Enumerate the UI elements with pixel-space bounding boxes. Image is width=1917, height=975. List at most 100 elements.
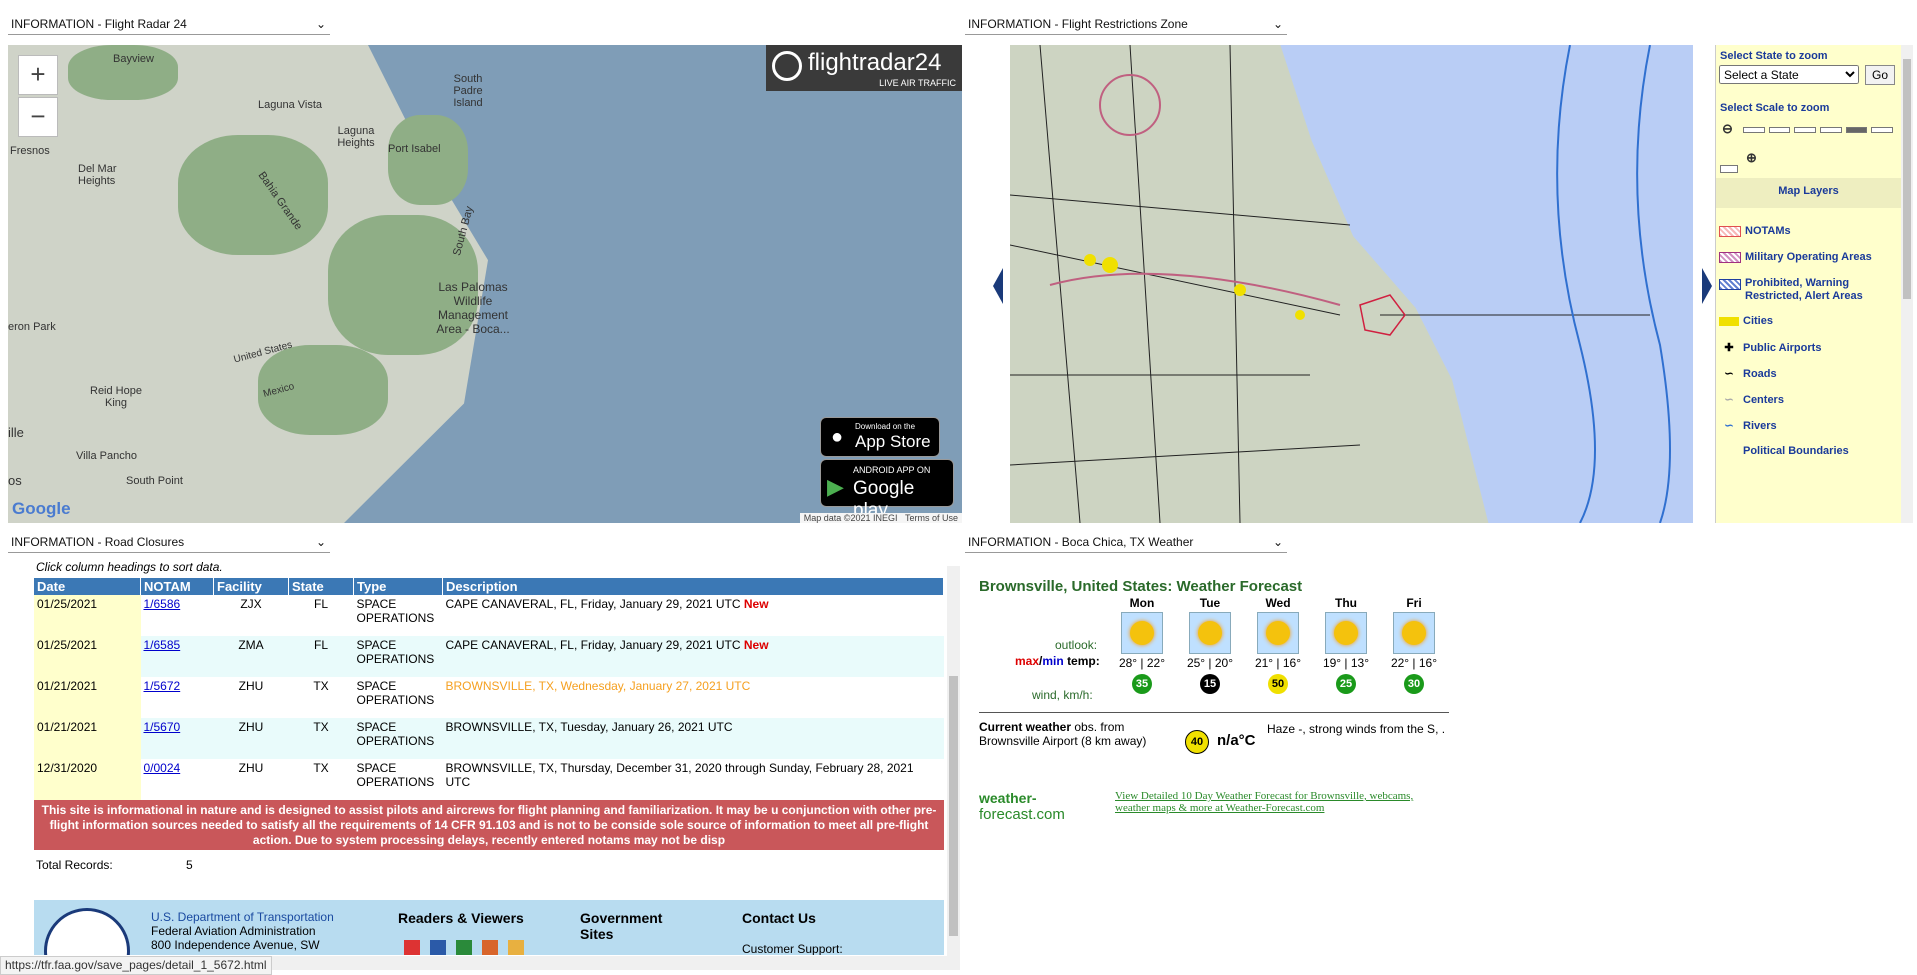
radar-icon [772,51,802,81]
wind-icon: 35 [1132,674,1152,694]
zoom-in-button[interactable]: + [18,55,58,95]
app-store-big: App Store [855,432,931,451]
scale-step[interactable] [1871,127,1894,133]
gov-heading: Government Sites [580,910,663,942]
weather-forecast-logo[interactable]: weather- forecast.com [979,790,1109,830]
wind-icon: 25 [1336,674,1356,694]
notam-table: Date NOTAM Facility State Type Descripti… [34,578,944,800]
zoom-out-button[interactable]: − [18,97,58,137]
document-icon[interactable] [508,940,524,955]
col-type[interactable]: Type [353,578,443,595]
wind-label: wind, km/h: [1032,688,1093,702]
weather-panel-select[interactable]: INFORMATION - Boca Chica, TX Weather ⌄ [965,532,1287,553]
disclaimer-banner: This site is informational in nature and… [34,800,944,850]
notam-link[interactable]: 1/5670 [144,720,181,734]
current-label: Current weather [979,720,1072,734]
logo-text: flightradar24 [808,49,942,76]
cell-notam-link[interactable]: 1/6585 [140,636,214,677]
cell-state: TX [288,718,354,759]
dot-line1[interactable]: U.S. Department of Transportation [151,910,334,924]
flightradar-map[interactable]: Bayview South Padre Island Laguna Vista … [8,45,962,523]
current-wind-icon: 40 [1185,730,1209,754]
notam-link[interactable]: 0/0024 [144,761,181,775]
fr24-panel-title: INFORMATION - Flight Radar 24 [11,17,187,31]
wind-icon: 30 [1404,674,1424,694]
layer-item-military[interactable]: Military Operating Areas [1719,251,1872,263]
cell-notam-link[interactable]: 1/5672 [141,677,214,718]
col-date[interactable]: Date [34,578,141,595]
scrollbar-thumb[interactable] [949,676,958,936]
layer-item-roads[interactable]: ∽ Roads [1719,367,1776,381]
road-vertical-scrollbar[interactable] [947,566,960,956]
temp-label: max/min temp: [1015,654,1100,668]
pan-left-arrow-icon[interactable] [993,268,1003,304]
fr24-panel-select[interactable]: INFORMATION - Flight Radar 24 ⌄ [8,14,330,35]
scale-step[interactable] [1720,165,1738,173]
frz-map[interactable] [1010,45,1693,523]
zoom-out-icon[interactable]: ⊖ [1722,121,1733,137]
scale-bar[interactable] [1743,127,1894,133]
go-button[interactable]: Go [1865,65,1895,85]
notam-link[interactable]: 1/6585 [144,638,181,652]
scrollbar-thumb[interactable] [1903,59,1911,299]
layer-item-airports[interactable]: ✚ Public Airports [1719,341,1821,355]
min-label: min [1042,654,1064,668]
frz-panel-select[interactable]: INFORMATION - Flight Restrictions Zone ⌄ [965,14,1287,35]
apple-icon: ● [831,426,844,448]
total-label: Total Records: [36,858,113,872]
map-data-text: Map data ©2021 INEGI [803,513,898,523]
cell-state: TX [313,761,329,775]
wind-icon: 15 [1200,674,1220,694]
select-state-dropdown[interactable]: Select a State [1719,65,1859,84]
map-label: Bayview [113,53,154,65]
layers-scrollbar[interactable] [1901,45,1913,523]
current-weather-block: Current weather obs. from Brownsville Ai… [979,720,1149,748]
notam-link[interactable]: 1/5672 [144,679,181,693]
map-label: South Padre Island [453,73,483,109]
road-panel-select[interactable]: INFORMATION - Road Closures ⌄ [8,532,330,553]
airport-icon: ✚ [1724,342,1734,354]
cell-notam-link[interactable]: 1/6586 [141,595,214,636]
excel-icon[interactable] [456,940,472,955]
day-name: Wed [1265,596,1291,610]
scale-step[interactable] [1768,127,1791,133]
table-row: 12/31/2020 0/0024 ZHU TX SPACE OPERATION… [34,759,944,800]
cell-notam-link[interactable]: 1/5670 [140,718,214,759]
layer-item-centers[interactable]: ∽ Centers [1719,393,1784,407]
col-notam[interactable]: NOTAM [140,578,214,595]
cities-swatch-icon [1719,316,1739,326]
play-icon: ▶ [827,474,844,499]
cell-notam-link[interactable]: 0/0024 [141,759,214,800]
layer-item-prohibited[interactable]: Prohibited, Warning Restricted, Alert Ar… [1719,277,1899,303]
terms-link[interactable]: Terms of Use [905,513,958,523]
scale-step[interactable] [1845,127,1868,133]
col-state[interactable]: State [288,578,354,595]
flightradar24-logo[interactable]: flightradar24 LIVE AIR TRAFFIC [766,45,962,91]
layer-item-rivers[interactable]: ∽ Rivers [1719,419,1776,433]
col-description[interactable]: Description [442,578,944,595]
app-store-button[interactable]: ● Download on the App Store [820,417,940,457]
cell-state: FL [288,636,354,677]
notam-link[interactable]: 1/6586 [144,597,181,611]
chevron-down-icon: ⌄ [315,535,326,549]
google-play-button[interactable]: ▶ ANDROID APP ON Google play [820,459,954,521]
word-icon[interactable] [430,940,446,955]
weather-forecast-link[interactable]: View Detailed 10 Day Weather Forecast fo… [1115,790,1445,814]
layer-item-cities[interactable]: Cities [1719,315,1773,327]
layer-item-political[interactable]: Political Boundaries [1719,445,1849,457]
zoom-in-icon[interactable]: ⊕ [1746,150,1757,166]
wind-icon: 50 [1268,674,1288,694]
layer-item-notams[interactable]: NOTAMs [1719,225,1791,237]
scale-step[interactable] [1794,127,1817,133]
col-facility[interactable]: Facility [213,578,289,595]
scale-step[interactable] [1743,127,1765,133]
powerpoint-icon[interactable] [482,940,498,955]
cell-state: TX [313,679,329,693]
cell-description: CAPE CANAVERAL, FL, Friday, January 29, … [443,595,944,636]
pan-right-arrow-icon[interactable] [1702,268,1712,304]
scale-step[interactable] [1820,127,1842,133]
logo-top: weather- [979,790,1037,806]
current-temp: n/a°C [1217,732,1256,749]
pdf-icon[interactable] [404,940,420,955]
layer-label: Cities [1743,315,1773,327]
